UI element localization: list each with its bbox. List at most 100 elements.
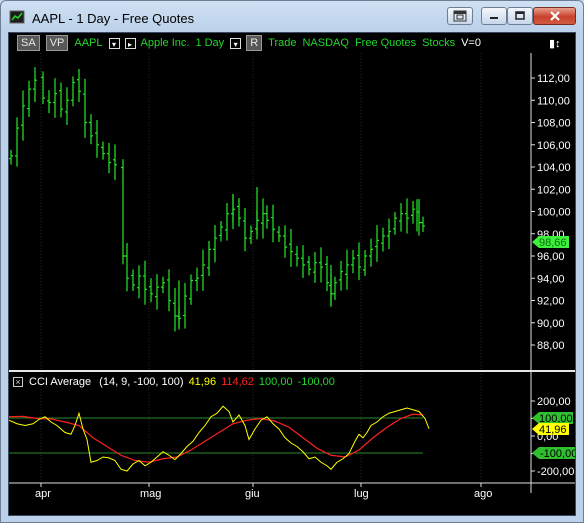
chart-window: AAPL - 1 Day - Free Quotes SA VP AAPL ▾ … [0,0,584,523]
ohlc-series [9,67,425,332]
price-tick-label: 94,00 [537,273,565,285]
ohlc-bar [9,149,13,165]
app-icon [9,10,25,24]
price-tick-label: 108,00 [537,118,571,130]
ohlc-bar [411,200,415,224]
maximize-icon [515,11,525,20]
ohlc-bar [41,71,45,105]
ohlc-bar [219,221,223,242]
ohlc-bar [325,256,329,292]
ohlc-bar [131,269,135,291]
ohlc-bar [21,90,25,141]
ohlc-bar [47,90,51,114]
ohlc-bar [173,287,177,332]
cci-tick-label: 200,00 [537,396,571,408]
ohlc-bar [137,265,141,299]
price-tick-label: 96,00 [537,251,565,263]
ohlc-bar [301,245,305,278]
ohlc-bar [89,114,93,145]
ohlc-bar [213,225,217,263]
ohlc-bar [319,247,323,283]
ohlc-bar [333,276,337,300]
ohlc-bar [195,267,199,292]
ohlc-bar [393,212,397,235]
price-tick-label: 112,00 [537,73,570,85]
date-tick-lug: lug [354,488,369,500]
ohlc-bar [225,203,229,241]
chart-area[interactable]: SA VP AAPL ▾ ▸ Apple Inc. 1 Day ▾ R Trad… [8,32,576,516]
restore-pane-button[interactable] [447,7,473,25]
cci-name: CCI Average [29,376,92,388]
ohlc-bar [201,249,205,291]
window-title: AAPL - 1 Day - Free Quotes [32,11,195,26]
ohlc-bar [83,78,87,138]
ohlc-bar [183,283,187,329]
title-bar[interactable]: AAPL - 1 Day - Free Quotes [1,1,583,31]
cci-average-value: 114,62 [221,376,254,388]
ohlc-bar [101,141,105,160]
cci-params: (14, 9, -100, 100) [99,376,184,388]
ohlc-bar [125,242,129,292]
ohlc-bar [339,260,343,291]
close-button[interactable] [533,7,576,25]
ohlc-bar [405,198,409,234]
ohlc-bar [265,205,269,229]
ohlc-bar [387,218,391,249]
ohlc-bar [167,269,171,312]
ohlc-bar [53,78,57,118]
ohlc-bar [307,256,311,276]
ohlc-bar [65,87,69,125]
ohlc-bar [421,216,425,232]
svg-text:41,96: 41,96 [539,424,567,436]
ohlc-bar [289,228,293,267]
ohlc-bar [399,203,403,232]
cci-axis: 200,00100,000,00-100,00-200,00 [531,396,574,478]
ohlc-bar [189,274,193,305]
ohlc-bar [113,144,117,181]
price-tick-label: 104,00 [537,162,571,174]
price-tick-label: 106,00 [537,140,571,152]
ohlc-bar [363,249,367,276]
price-tick-label: 110,00 [537,95,570,107]
ohlc-bar [345,249,349,290]
price-tick-label: 88,00 [537,340,565,352]
close-icon [549,11,560,21]
ohlc-bar [243,207,247,252]
ohlc-bar [59,82,63,118]
date-tick-apr: apr [35,488,51,500]
price-tick-label: 92,00 [537,296,565,308]
cci-low-tag: -100,00 [532,447,575,460]
ohlc-bar [27,80,31,117]
maximize-button[interactable] [507,7,533,25]
ohlc-bar [107,142,111,174]
ohlc-bar [95,120,99,158]
last-price-tag: 98,66 [532,236,569,249]
ohlc-bar [155,274,159,310]
ohlc-bar [161,276,165,294]
ohlc-bar [313,251,317,283]
ohlc-bar [207,240,211,277]
ohlc-bar [71,76,75,107]
price-tick-label: 100,00 [537,207,571,219]
vertical-gridlines [40,53,482,481]
date-axis: apr mag giu lug ago [35,483,492,500]
minimize-icon [490,17,498,19]
price-axis: 112,00 110,00 108,00 106,00 104,00 102,00 100,… [531,73,571,352]
price-tick-label: 90,00 [537,318,565,330]
minimize-button[interactable] [481,7,507,25]
ohlc-bar [351,249,355,274]
ohlc-bar [271,204,275,243]
ohlc-bar [381,227,385,252]
ohlc-bar [15,117,19,167]
ohlc-bar [295,245,299,267]
pane-icon [453,10,467,22]
ohlc-bar [261,198,265,239]
date-tick-giu: giu [245,488,260,500]
price-plot[interactable]: 112,00 110,00 108,00 106,00 104,00 102,00 100,… [9,33,575,515]
ohlc-bar [237,198,241,227]
svg-text:-100,00: -100,00 [540,448,575,460]
cci-close-icon[interactable]: × [13,377,23,387]
ohlc-bar [33,67,37,103]
cci-tick-label: -200,00 [537,466,574,478]
cci-value: 41,96 [188,376,217,388]
